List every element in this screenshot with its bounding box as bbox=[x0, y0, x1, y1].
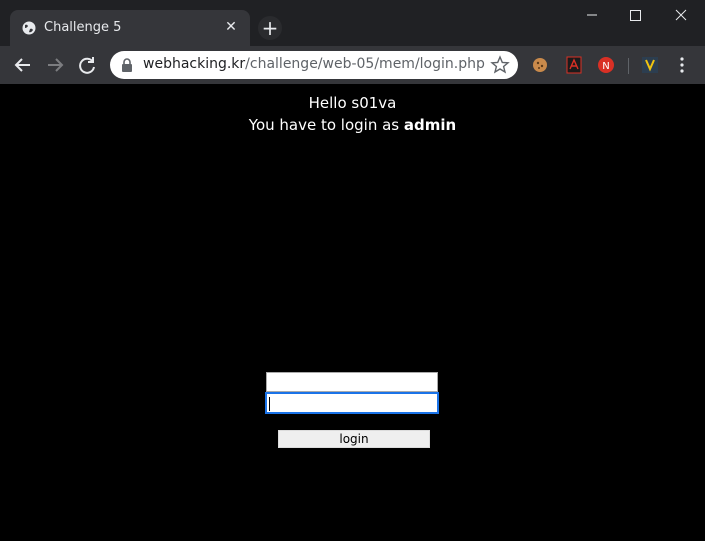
url-host: webhacking.kr bbox=[143, 56, 246, 72]
minimize-icon bbox=[587, 14, 597, 16]
avatar-icon[interactable] bbox=[640, 55, 660, 75]
address-bar[interactable]: webhacking.kr/challenge/web-05/mem/login… bbox=[110, 51, 518, 79]
login-button[interactable]: login bbox=[278, 430, 430, 448]
url-text: webhacking.kr/challenge/web-05/mem/login… bbox=[143, 56, 485, 72]
browser-tab[interactable]: Challenge 5 ✕ bbox=[10, 10, 250, 46]
maximize-button[interactable] bbox=[613, 0, 658, 30]
url-path: /challenge/web-05/mem/login.php bbox=[245, 56, 485, 72]
svg-text:N: N bbox=[602, 61, 609, 72]
kebab-menu-icon[interactable] bbox=[672, 55, 692, 75]
new-tab-button[interactable]: + bbox=[258, 16, 282, 40]
hello-text: Hello s01va bbox=[308, 94, 397, 112]
lock-icon bbox=[122, 58, 132, 72]
forward-arrow-icon[interactable] bbox=[42, 52, 68, 78]
back-arrow-icon[interactable] bbox=[10, 52, 36, 78]
id-input[interactable] bbox=[266, 372, 438, 392]
close-icon bbox=[675, 9, 687, 21]
tab-strip: Challenge 5 ✕ + bbox=[0, 0, 705, 46]
cookie-icon[interactable] bbox=[530, 55, 550, 75]
toolbar-separator bbox=[628, 58, 629, 74]
browser-toolbar: webhacking.kr/challenge/web-05/mem/login… bbox=[0, 46, 705, 84]
login-instruction-prefix: You have to login as bbox=[248, 116, 404, 134]
red-badge-icon[interactable]: N bbox=[596, 55, 616, 75]
close-window-button[interactable] bbox=[659, 0, 704, 30]
star-icon[interactable] bbox=[490, 55, 510, 75]
maximize-icon bbox=[630, 10, 641, 21]
page-content: Hello s01va You have to login as admin l… bbox=[0, 84, 705, 541]
text-caret bbox=[269, 397, 270, 411]
minimize-button[interactable] bbox=[570, 0, 615, 30]
pdf-icon[interactable] bbox=[564, 55, 584, 75]
globe-icon bbox=[22, 21, 36, 35]
password-input[interactable] bbox=[266, 393, 438, 413]
reload-icon[interactable] bbox=[74, 52, 100, 78]
login-instruction: You have to login as admin bbox=[0, 116, 705, 134]
tab-title: Challenge 5 bbox=[44, 20, 122, 35]
login-instruction-user: admin bbox=[403, 116, 457, 134]
tab-close-icon[interactable]: ✕ bbox=[222, 18, 240, 36]
